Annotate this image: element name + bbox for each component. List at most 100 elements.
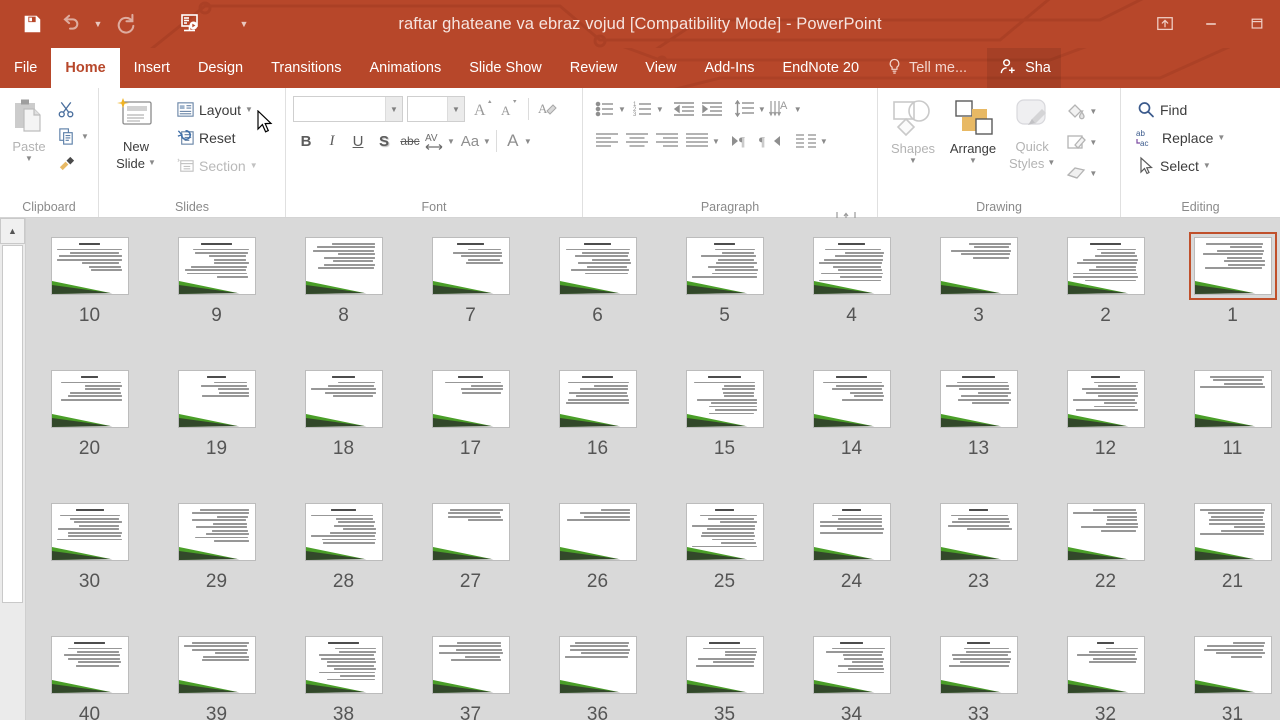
tab-design[interactable]: Design bbox=[184, 48, 257, 88]
undo-dropdown-caret[interactable]: ▼ bbox=[90, 7, 106, 41]
layout-button[interactable]: Layout ▼ bbox=[172, 96, 262, 123]
slide-thumbnail[interactable] bbox=[173, 365, 261, 433]
slide-thumbnail-cell[interactable]: 34 bbox=[788, 631, 915, 720]
slide-thumbnail-cell[interactable]: 6 bbox=[534, 232, 661, 325]
tab-home[interactable]: Home bbox=[51, 48, 120, 88]
slide-thumbnail[interactable] bbox=[554, 365, 642, 433]
shape-outline-button[interactable]: ▼ bbox=[1063, 127, 1097, 157]
layout-caret-icon[interactable]: ▼ bbox=[245, 106, 253, 114]
share-button[interactable]: Sha bbox=[987, 48, 1061, 88]
slide-thumbnail-cell[interactable]: 22 bbox=[1042, 498, 1169, 591]
slide-thumbnail[interactable] bbox=[681, 631, 769, 699]
slide-thumbnail[interactable] bbox=[46, 365, 134, 433]
font-color-caret-icon[interactable]: ▼ bbox=[524, 137, 532, 146]
slide-thumbnail-cell[interactable]: 33 bbox=[915, 631, 1042, 720]
slide-thumbnail[interactable] bbox=[427, 365, 515, 433]
scroll-up-arrow-icon[interactable]: ▲ bbox=[0, 218, 25, 244]
slide-thumbnail[interactable] bbox=[935, 631, 1023, 699]
slide-thumbnail[interactable] bbox=[300, 631, 388, 699]
slide-thumbnail-cell[interactable]: 24 bbox=[788, 498, 915, 591]
slide-thumbnail-cell[interactable]: 25 bbox=[661, 498, 788, 591]
slide-thumbnail[interactable] bbox=[808, 365, 896, 433]
numbering-button[interactable]: 1 2 3 ▼ bbox=[630, 96, 664, 122]
text-shadow-button[interactable]: S bbox=[371, 128, 397, 154]
underline-button[interactable]: U bbox=[345, 128, 371, 154]
slide-thumbnail-cell[interactable]: 4 bbox=[788, 232, 915, 325]
restore-icon[interactable] bbox=[1234, 0, 1280, 48]
slide-thumbnail[interactable] bbox=[554, 631, 642, 699]
slide-thumbnail-cell[interactable]: 26 bbox=[534, 498, 661, 591]
font-color-button[interactable]: A ▼ bbox=[502, 128, 532, 154]
find-button[interactable]: Find bbox=[1132, 96, 1229, 123]
slide-thumbnail[interactable] bbox=[46, 631, 134, 699]
change-case-caret-icon[interactable]: ▼ bbox=[483, 137, 491, 146]
slide-thumbnail[interactable] bbox=[46, 498, 134, 566]
slide-thumbnail[interactable] bbox=[935, 365, 1023, 433]
slide-thumbnail-cell[interactable]: 16 bbox=[534, 365, 661, 458]
slide-thumbnail[interactable] bbox=[173, 631, 261, 699]
slide-thumbnail-cell[interactable]: 8 bbox=[280, 232, 407, 325]
text-direction-button[interactable]: A ▼ bbox=[766, 96, 802, 122]
columns-caret-icon[interactable]: ▼ bbox=[820, 137, 828, 146]
tab-animations[interactable]: Animations bbox=[355, 48, 455, 88]
decrease-font-size-button[interactable]: A bbox=[497, 96, 523, 122]
slide-thumbnail[interactable] bbox=[300, 365, 388, 433]
slide-thumbnail[interactable] bbox=[173, 498, 261, 566]
tab-review[interactable]: Review bbox=[556, 48, 632, 88]
character-spacing-caret-icon[interactable]: ▼ bbox=[447, 137, 455, 146]
tab-view[interactable]: View bbox=[631, 48, 690, 88]
slide-thumbnail-cell[interactable]: 23 bbox=[915, 498, 1042, 591]
customize-qat-caret[interactable]: ▼ bbox=[236, 7, 252, 41]
section-caret-icon[interactable]: ▼ bbox=[250, 162, 258, 170]
slide-thumbnail-cell[interactable]: 30 bbox=[26, 498, 153, 591]
slide-thumbnail-cell[interactable]: 11 bbox=[1169, 365, 1280, 458]
right-to-left-button[interactable]: ¶ bbox=[756, 128, 784, 154]
paste-caret-icon[interactable]: ▼ bbox=[25, 155, 33, 163]
slide-thumbnail[interactable] bbox=[808, 232, 896, 300]
slide-thumbnail-cell[interactable]: 37 bbox=[407, 631, 534, 720]
slide-thumbnail[interactable] bbox=[681, 365, 769, 433]
undo-icon[interactable] bbox=[52, 7, 88, 41]
slide-thumbnail[interactable] bbox=[1062, 631, 1150, 699]
slide-thumbnail-cell[interactable]: 10 bbox=[26, 232, 153, 325]
shape-fill-button[interactable]: ▼ bbox=[1063, 96, 1097, 126]
align-left-button[interactable] bbox=[592, 128, 622, 154]
italic-button[interactable]: I bbox=[319, 128, 345, 154]
vertical-scrollbar[interactable]: ▲ bbox=[0, 218, 26, 720]
bullets-button[interactable]: ▼ bbox=[592, 96, 626, 122]
slide-thumbnail-cell[interactable]: 21 bbox=[1169, 498, 1280, 591]
font-size-caret-icon[interactable]: ▼ bbox=[447, 97, 464, 121]
increase-font-size-button[interactable]: A bbox=[471, 96, 497, 122]
minimize-icon[interactable] bbox=[1188, 0, 1234, 48]
quick-styles-button[interactable]: Quick Styles ▼ bbox=[1003, 94, 1061, 174]
justify-caret-icon[interactable]: ▼ bbox=[712, 137, 720, 146]
slide-thumbnail-cell[interactable]: 7 bbox=[407, 232, 534, 325]
save-icon[interactable] bbox=[14, 7, 50, 41]
slide-thumbnail-cell[interactable]: 17 bbox=[407, 365, 534, 458]
left-to-right-button[interactable]: ¶ bbox=[728, 128, 756, 154]
arrange-button[interactable]: Arrange ▼ bbox=[943, 94, 1003, 168]
change-case-button[interactable]: Aa ▼ bbox=[457, 128, 491, 154]
slide-thumbnail[interactable] bbox=[808, 498, 896, 566]
bullets-caret-icon[interactable]: ▼ bbox=[618, 105, 626, 114]
font-size-value[interactable] bbox=[408, 97, 447, 121]
replace-caret-icon[interactable]: ▼ bbox=[1217, 134, 1225, 142]
slide-thumbnail-cell[interactable]: 27 bbox=[407, 498, 534, 591]
slide-thumbnail[interactable] bbox=[300, 498, 388, 566]
scrollbar-track[interactable] bbox=[0, 244, 25, 720]
slide-thumbnail[interactable] bbox=[46, 232, 134, 300]
copy-caret-icon[interactable]: ▼ bbox=[81, 132, 89, 141]
tab-add-ins[interactable]: Add-Ins bbox=[690, 48, 768, 88]
tab-file[interactable]: File bbox=[0, 48, 51, 88]
slide-thumbnail-cell[interactable]: 3 bbox=[915, 232, 1042, 325]
align-right-button[interactable] bbox=[652, 128, 682, 154]
slide-thumbnail[interactable] bbox=[681, 498, 769, 566]
paste-button[interactable]: Paste ▼ bbox=[5, 94, 53, 166]
new-slide-button[interactable]: New Slide ▼ bbox=[104, 94, 168, 174]
slide-thumbnail-cell[interactable]: 29 bbox=[153, 498, 280, 591]
slide-thumbnail-cell[interactable]: 28 bbox=[280, 498, 407, 591]
slide-thumbnail-cell[interactable]: 35 bbox=[661, 631, 788, 720]
shape-effects-button[interactable]: ▼ bbox=[1063, 158, 1097, 188]
slide-thumbnail-cell[interactable]: 15 bbox=[661, 365, 788, 458]
slide-thumbnail-cell[interactable]: 40 bbox=[26, 631, 153, 720]
